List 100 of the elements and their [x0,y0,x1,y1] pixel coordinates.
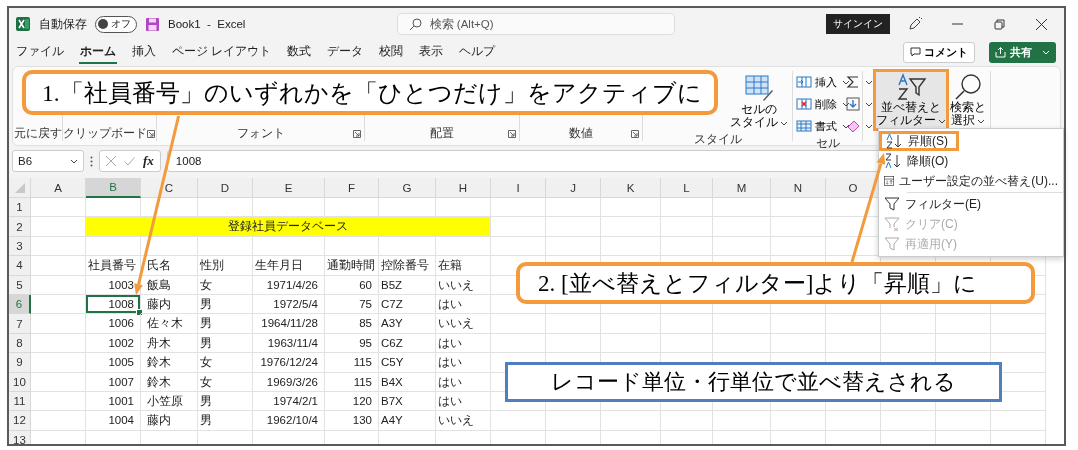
column-header[interactable]: A [31,178,86,198]
column-header[interactable]: C [141,178,198,198]
row-header[interactable]: 9 [9,353,31,373]
table-cell [379,236,436,257]
row-header[interactable]: 3 [9,236,31,257]
ribbon-button[interactable]: 並べ替えと フィルター [875,71,947,129]
row-header[interactable]: 7 [9,314,31,334]
sort-ascending-icon [885,133,903,149]
comment-button[interactable]: コメント [903,41,975,63]
column-header[interactable]: J [546,178,601,198]
table-cell [881,411,936,431]
menu-item[interactable]: 降順(O) [879,151,1063,171]
launcher-icon[interactable] [353,129,361,138]
table-cell [31,294,86,315]
table-cell [31,391,86,412]
row-header[interactable]: 5 [9,275,31,295]
search-icon [953,73,983,101]
column-header[interactable]: D [198,178,253,198]
table-cell: はい [436,372,491,392]
table-cell: 鈴木 [141,353,198,373]
chevron-icon [977,119,985,124]
comment-icon [910,47,921,57]
table-cell: 1008 [86,294,141,315]
column-header[interactable]: E [253,178,325,198]
row-header[interactable]: 8 [9,333,31,354]
pen-icon[interactable] [907,16,923,32]
table-cell: 社員番号 [86,256,141,276]
ribbon-button[interactable] [846,95,873,113]
menu-tab[interactable]: ページ レイアウト [171,40,273,64]
search-field[interactable]: 検索 (Alt+Q) [396,13,675,35]
minimize-icon[interactable] [951,23,963,25]
row-header[interactable]: 10 [9,372,31,392]
table-cell [491,411,546,431]
save-icon[interactable] [145,16,160,32]
filter-icon [884,196,900,212]
ribbon-button[interactable]: セルの スタイル [729,71,789,131]
launcher-icon[interactable] [508,129,516,138]
column-header[interactable]: B [86,178,141,198]
menu-tab[interactable]: ファイル [15,40,65,64]
ribbon-button[interactable]: 削除 [796,95,850,113]
name-box[interactable]: B6 [12,150,84,172]
table-cell [936,411,991,431]
menu-item[interactable]: ユーザー設定の並べ替え(U)... [879,171,1063,191]
column-header[interactable]: I [491,178,546,198]
callout: 2. [並べ替えとフィルター]より「昇順」に [516,262,1035,304]
insert-function-button[interactable]: fx [143,153,154,169]
ribbon-button[interactable] [846,73,873,91]
autosave-toggle[interactable]: オフ [95,15,137,33]
launcher-icon[interactable] [631,129,639,138]
row-header[interactable]: 6 [9,294,31,315]
menu-item[interactable]: フィルター(E) [879,194,1063,214]
row-header[interactable]: 4 [9,256,31,276]
sign-in-button[interactable]: サインイン [826,14,890,34]
table-cell: 1964/11/28 [253,314,325,334]
menu-item[interactable]: 昇順(S) [879,131,959,151]
menu-tab[interactable]: ヘルプ [458,40,497,64]
column-header[interactable]: M [713,178,771,198]
menu-tab[interactable]: 校閲 [378,40,405,64]
column-header[interactable]: G [379,178,436,198]
launcher-icon[interactable] [147,129,155,138]
table-cell [713,411,771,431]
drag-handle-icon [90,155,93,167]
table-cell: 生年月日 [253,256,325,276]
table-cell: 1004 [86,411,141,431]
ribbon-button[interactable]: 検索と 選択 [949,71,987,129]
table-cell: 1969/3/26 [253,372,325,392]
close-icon[interactable] [1035,18,1047,30]
column-header[interactable]: K [601,178,661,198]
menu-tab[interactable]: データ [326,40,365,64]
row-header[interactable]: 2 [9,217,31,237]
table-cell [713,314,771,334]
table-cell: 1972/5/4 [253,294,325,315]
menu-tab[interactable]: 表示 [418,40,445,64]
row-header[interactable]: 12 [9,411,31,431]
group-label: クリップボード [63,125,147,142]
column-header[interactable]: L [661,178,713,198]
column-header[interactable]: N [771,178,826,198]
fill-down-icon [846,97,860,111]
row-header[interactable]: 11 [9,391,31,412]
share-button[interactable]: 共有 [989,41,1056,63]
restore-icon[interactable] [993,18,1005,30]
menu-tab[interactable]: 数式 [286,40,313,64]
group-label: セル [815,135,840,152]
menu-tab[interactable]: 挿入 [131,40,157,64]
table-cell [31,372,86,392]
table-cell [601,217,661,237]
clear-filter-icon [884,216,900,232]
group-label: 元に戻す [13,125,62,142]
table-cell: 藤内 [141,294,198,315]
chevron-icon [865,79,873,85]
column-header[interactable]: F [325,178,379,198]
table-cell: 男 [198,294,253,315]
custom-sort-icon [884,173,895,189]
ribbon-button[interactable]: 挿入 [796,73,850,91]
sum-icon [846,75,860,89]
column-header[interactable]: H [436,178,491,198]
ribbon-button[interactable]: 書式 [796,117,850,135]
row-header[interactable]: 1 [9,198,31,218]
menu-tab[interactable]: ホーム [79,40,117,64]
check-icon[interactable] [124,156,135,166]
